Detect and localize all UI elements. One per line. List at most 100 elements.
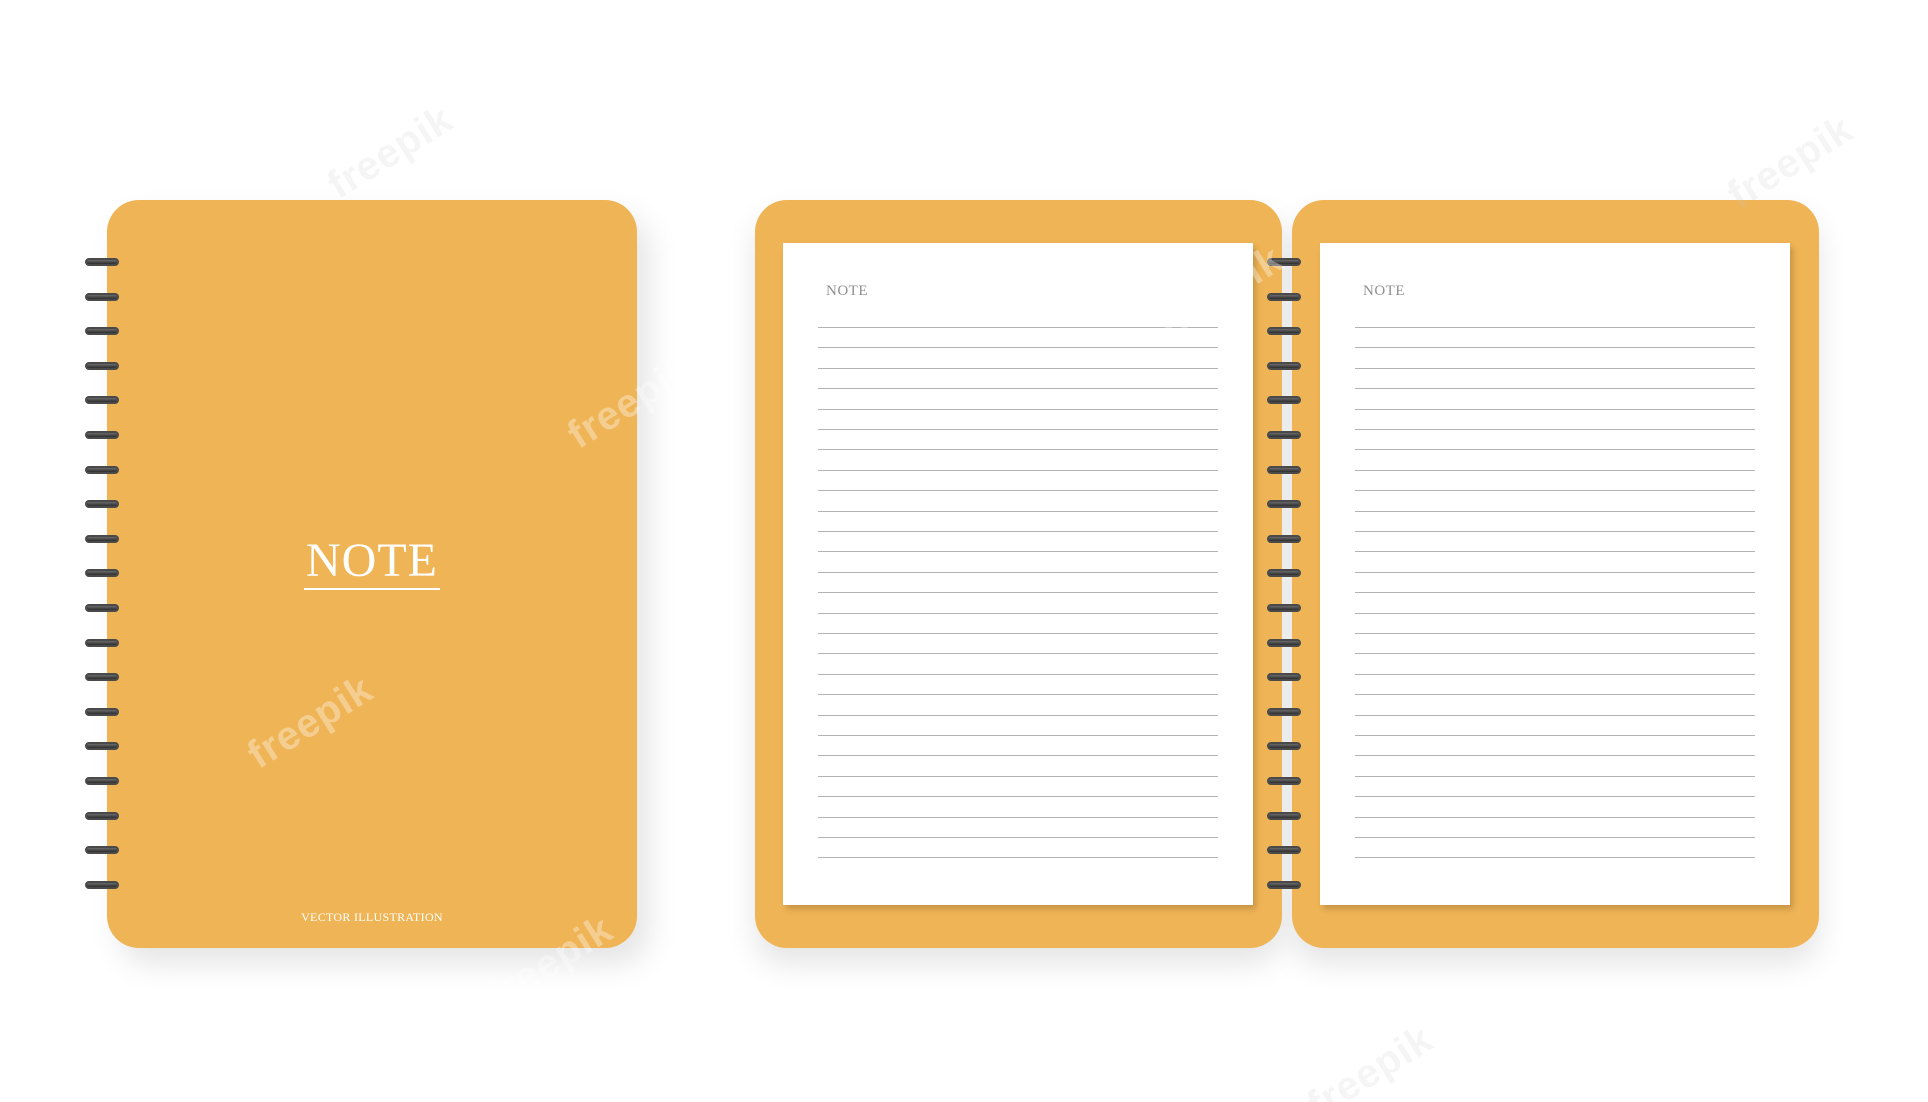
page-rule-line	[1355, 755, 1755, 757]
closed-notebook: NOTE VECTOR ILLUSTRATION	[85, 200, 649, 964]
spiral-ring-icon	[85, 638, 125, 649]
page-rule-line	[1355, 408, 1755, 410]
page-rule-line	[1355, 388, 1755, 390]
spiral-ring-icon	[85, 258, 125, 268]
page-rule-line	[818, 673, 1218, 675]
spiral-ring-icon	[85, 500, 125, 510]
page-rule-line	[1355, 653, 1755, 655]
spiral-ring-icon	[85, 604, 125, 614]
page-rule-line	[818, 857, 1218, 859]
open-notebook: NOTE NOTE	[755, 200, 1825, 964]
page-rule-line	[1355, 775, 1755, 777]
spiral-ring-icon	[85, 431, 125, 441]
spiral-ring-icon	[85, 292, 125, 303]
spiral-ring-icon	[85, 811, 125, 822]
right-lined-page: NOTE	[1320, 243, 1790, 905]
page-rule-line	[818, 449, 1218, 451]
spiral-ring-icon	[85, 742, 125, 752]
spiral-ring-icon	[85, 569, 125, 579]
spiral-ring-icon	[1267, 500, 1307, 510]
page-rule-line	[818, 388, 1218, 390]
spiral-ring-icon	[1267, 880, 1307, 891]
page-rule-line	[818, 837, 1218, 838]
spiral-ring-icon	[1267, 604, 1307, 614]
spiral-ring-icon	[85, 361, 125, 372]
page-rule-line	[818, 653, 1218, 655]
spiral-ring-icon	[1267, 534, 1307, 545]
page-rule-line	[1355, 796, 1755, 798]
spiral-ring-icon	[85, 396, 125, 406]
open-notebook-left-cover: NOTE	[755, 200, 1282, 948]
page-rule-line	[818, 429, 1218, 430]
page-rule-line	[818, 735, 1218, 736]
spiral-ring-icon	[1267, 846, 1307, 856]
notebook-cover: NOTE VECTOR ILLUSTRATION	[107, 200, 637, 948]
page-rule-line	[1355, 510, 1755, 512]
page-rule-line	[818, 510, 1218, 512]
page-rule-line	[1355, 694, 1755, 696]
spiral-ring-icon	[85, 777, 125, 787]
page-rule-line	[1355, 816, 1755, 818]
page-rule-line	[818, 408, 1218, 410]
page-rule-line	[818, 816, 1218, 818]
page-rule-line	[1355, 714, 1755, 716]
spiral-ring-icon	[85, 673, 125, 683]
spiral-ring-icon	[1267, 396, 1307, 406]
page-rule-line	[818, 551, 1218, 553]
page-rule-line	[1355, 347, 1755, 349]
page-rule-line	[818, 367, 1218, 369]
page-rule-line	[1355, 837, 1755, 838]
left-lined-page: NOTE	[783, 243, 1253, 905]
spiral-ring-icon	[1267, 465, 1307, 476]
spiral-ring-icon	[85, 846, 125, 856]
freepik-watermark: freepik	[320, 96, 461, 208]
page-rule-line	[818, 490, 1218, 492]
cover-footer-text: VECTOR ILLUSTRATION	[301, 910, 443, 924]
spiral-ring-icon	[85, 327, 125, 337]
spiral-ring-icon	[1267, 777, 1307, 787]
page-rule-line	[1355, 673, 1755, 675]
spiral-ring-icon	[1267, 742, 1307, 752]
page-rule-line	[818, 755, 1218, 757]
page-rule-line	[1355, 469, 1755, 471]
page-rule-line	[1355, 531, 1755, 532]
page-rule-line	[818, 531, 1218, 532]
open-notebook-right-cover: NOTE	[1292, 200, 1819, 948]
spiral-ring-icon	[1267, 327, 1307, 337]
spiral-ring-icon	[85, 465, 125, 476]
spiral-ring-icon	[1267, 292, 1307, 303]
spiral-ring-icon	[85, 880, 125, 891]
notebook-mockup-canvas: NOTE VECTOR ILLUSTRATION NOTE NOTE freep…	[0, 0, 1928, 1102]
page-rule-line	[1355, 429, 1755, 430]
page-rule-line	[1355, 612, 1755, 614]
page-rule-line	[1355, 551, 1755, 553]
page-rule-line	[1355, 490, 1755, 492]
page-rule-line	[1355, 367, 1755, 369]
page-rule-line	[818, 347, 1218, 349]
page-rule-line	[818, 592, 1218, 594]
spiral-ring-icon	[1267, 361, 1307, 372]
spiral-ring-icon	[85, 534, 125, 545]
page-rule-line	[818, 571, 1218, 573]
spiral-ring-icon	[1267, 258, 1307, 268]
page-rule-line	[1355, 857, 1755, 859]
page-rule-line	[818, 633, 1218, 634]
page-rule-line	[1355, 633, 1755, 634]
page-rule-line	[818, 775, 1218, 777]
spiral-ring-icon	[1267, 707, 1307, 718]
page-rule-line	[818, 327, 1218, 328]
page-rule-line	[1355, 592, 1755, 594]
page-rule-line	[1355, 449, 1755, 451]
spiral-ring-icon	[1267, 569, 1307, 579]
page-rule-line	[1355, 571, 1755, 573]
page-rule-line	[818, 469, 1218, 471]
spiral-ring-icon	[1267, 673, 1307, 683]
freepik-watermark: freepik	[1300, 1016, 1441, 1102]
page-rule-line	[818, 612, 1218, 614]
spiral-ring-icon	[1267, 811, 1307, 822]
spiral-ring-icon	[85, 707, 125, 718]
page-rule-line	[818, 796, 1218, 798]
spiral-ring-icon	[1267, 638, 1307, 649]
page-title: NOTE	[826, 283, 868, 299]
page-rule-line	[1355, 735, 1755, 736]
